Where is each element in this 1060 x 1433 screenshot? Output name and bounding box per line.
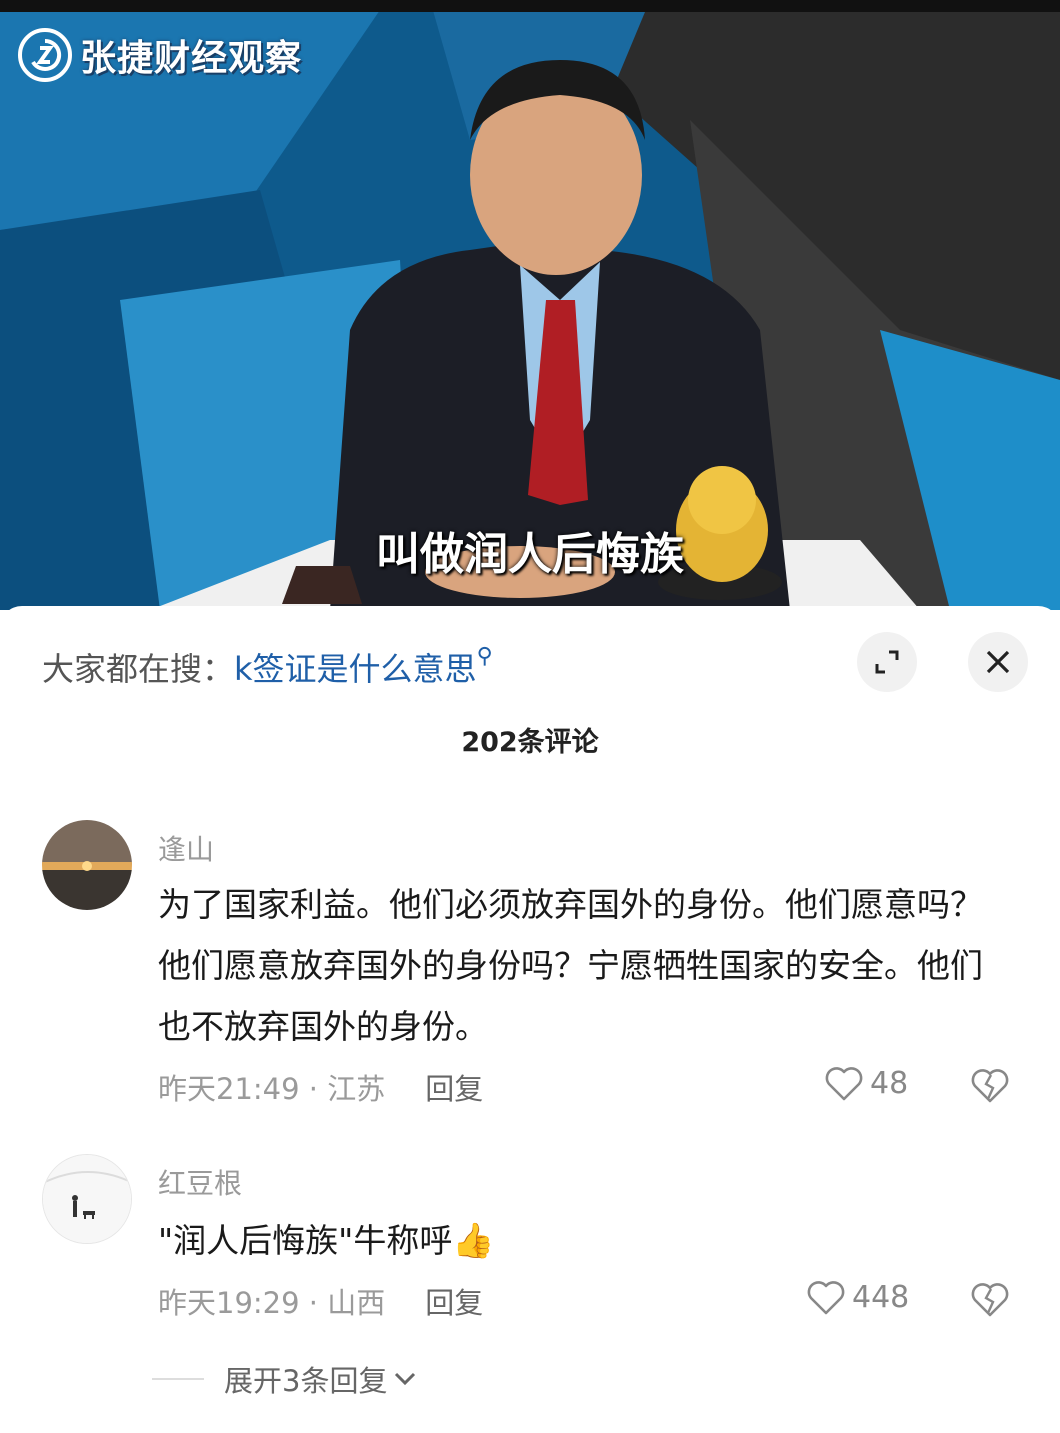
thumbs-up-emoji: 👍 xyxy=(452,1221,495,1261)
comment-username[interactable]: 红豆根 xyxy=(158,1162,242,1202)
trending-search-prefix: 大家都在搜： xyxy=(42,650,235,688)
expand-icon xyxy=(875,650,899,674)
search-icon: ⚲ xyxy=(476,644,493,669)
expand-replies-label: 展开3条回复 xyxy=(224,1364,388,1398)
comment-meta: 昨天19:29 · 山西 回复 xyxy=(158,1280,483,1322)
comment-text-body: "润人后悔族"牛称呼 xyxy=(158,1221,453,1260)
expand-replies-button[interactable]: 展开3条回复 xyxy=(152,1358,417,1400)
channel-name: 张捷财经观察 xyxy=(80,38,303,79)
like-button[interactable]: 48 xyxy=(824,1064,908,1102)
heart-icon xyxy=(825,1067,863,1101)
status-bar xyxy=(0,0,1060,12)
dislike-button[interactable] xyxy=(970,1280,1010,1322)
comment-text: 为了国家利益。他们必须放弃国外的身份。他们愿意吗？他们愿意放弃国外的身份吗？宁愿… xyxy=(158,885,983,1046)
comment-meta: 昨天21:49 · 江苏 回复 xyxy=(158,1066,483,1108)
video-subtitle: 叫做润人后悔族 xyxy=(376,529,684,580)
channel-logo: 张捷财经观察 xyxy=(18,28,302,82)
reply-button[interactable]: 回复 xyxy=(425,1072,483,1106)
logo-icon xyxy=(18,28,72,82)
trending-search[interactable]: 大家都在搜：k签证是什么意思⚲ xyxy=(42,644,493,690)
heart-icon xyxy=(807,1281,845,1315)
dislike-button[interactable] xyxy=(970,1066,1010,1108)
expand-button[interactable] xyxy=(857,632,917,692)
heart-broken-icon xyxy=(971,1069,1009,1103)
close-icon xyxy=(986,650,1010,674)
comment-count-title: 202条评论 xyxy=(461,727,599,758)
like-count: 448 xyxy=(852,1279,910,1315)
reply-button[interactable]: 回复 xyxy=(425,1286,483,1320)
comment-text: "润人后悔族"牛称呼👍 xyxy=(158,1210,1008,1272)
like-button[interactable]: 448 xyxy=(806,1278,909,1316)
avatar[interactable] xyxy=(42,820,132,910)
close-button[interactable] xyxy=(968,632,1028,692)
comment-time-location: 昨天21:49 · 江苏 xyxy=(158,1072,386,1106)
comment-username[interactable]: 逢山 xyxy=(158,828,214,868)
video-player[interactable]: 张捷财经观察 叫做润人后悔族 xyxy=(0,0,1060,610)
like-count: 48 xyxy=(870,1065,909,1101)
divider-line xyxy=(152,1378,204,1380)
heart-broken-icon xyxy=(971,1283,1009,1317)
chevron-down-icon xyxy=(395,1372,416,1386)
trending-search-query[interactable]: k签证是什么意思 xyxy=(234,650,477,688)
comment-time-location: 昨天19:29 · 山西 xyxy=(158,1286,386,1320)
comment-panel: 大家都在搜：k签证是什么意思⚲ 202条评论 逢山 为了国家利益。他们必须放弃国… xyxy=(0,606,1060,1433)
avatar[interactable] xyxy=(42,1154,132,1244)
